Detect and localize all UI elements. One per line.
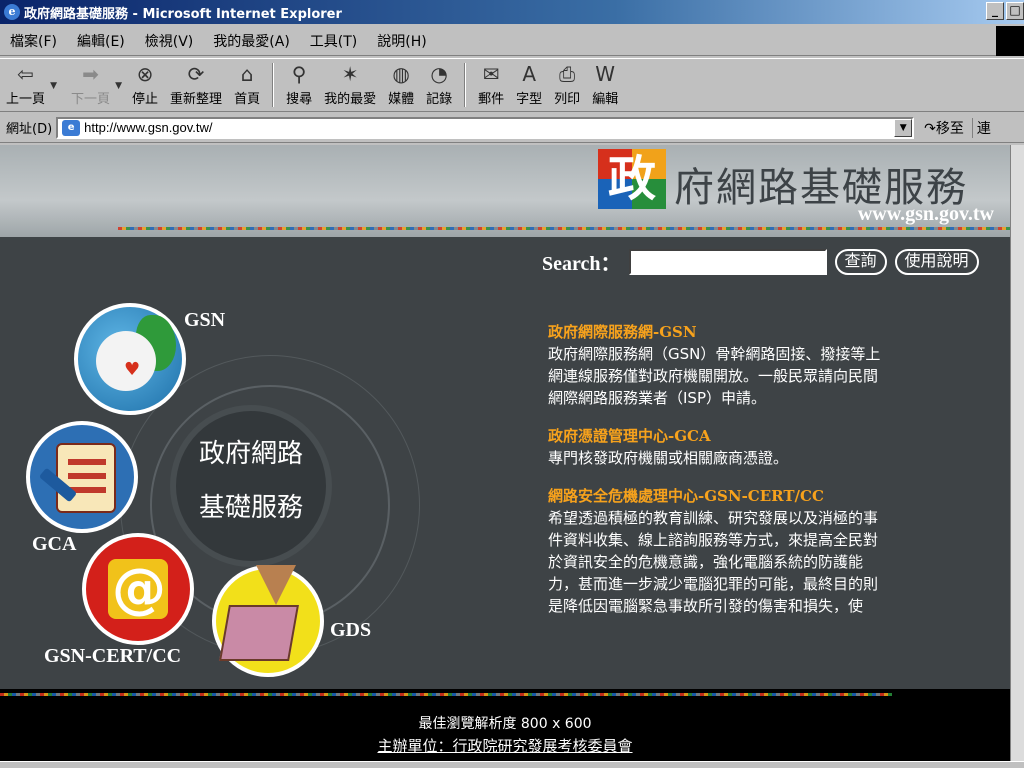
gsn-globe-icon[interactable]: ♥ (74, 303, 186, 415)
printer-icon: ⎙ (559, 62, 576, 86)
section-body: 專門核發政府機關或相關廠商憑證。 (548, 449, 789, 467)
mail-icon: ✉ (482, 62, 500, 86)
ie-throbber (996, 26, 1024, 56)
edit-button[interactable]: W 編輯 (586, 59, 624, 111)
address-label: 網址(D) (6, 122, 53, 137)
history-button[interactable]: ◔ 記錄 (420, 59, 458, 111)
forward-button[interactable]: ➡ 下一頁 ▼ (65, 59, 122, 111)
mail-button[interactable]: ✉ 郵件 (472, 59, 510, 111)
toolbar-separator (272, 63, 275, 107)
media-button[interactable]: ◍ 媒體 (382, 59, 420, 111)
menu-help[interactable]: 說明(H) (367, 31, 436, 51)
address-dropdown-button[interactable]: ▼ (894, 118, 913, 137)
search-input[interactable] (628, 248, 827, 275)
query-button[interactable]: 查詢 (834, 248, 887, 275)
home-icon: ⌂ (240, 62, 254, 86)
site-url: www.gsn.gov.tw (857, 203, 994, 225)
stop-button[interactable]: ⊗ 停止 (126, 59, 164, 111)
gsn-label[interactable]: GSN (184, 309, 225, 332)
page-icon: e (62, 119, 81, 136)
section-title[interactable]: 網路安全危機處理中心-GSN-CERT/CC (548, 485, 884, 507)
menu-view[interactable]: 檢視(V) (135, 31, 204, 51)
menu-favorites[interactable]: 我的最愛(A) (203, 31, 300, 51)
font-icon: A (522, 62, 536, 86)
menu-edit[interactable]: 編輯(E) (67, 31, 135, 51)
section-title[interactable]: 政府憑證管理中心-GCA (548, 425, 884, 447)
service-descriptions: 政府網際服務網-GSN 政府網際服務網（GSN）骨幹網路固接、撥接等上網連線服務… (548, 321, 884, 633)
window-title-bar: e 政府網路基礎服務 - Microsoft Internet Explorer… (0, 0, 1024, 24)
back-arrow-icon: ⇦ (17, 62, 34, 86)
services-graphic: 政府網路 基礎服務 ♥ @ GSN GCA GSN-CERT/CC GDS (0, 295, 520, 695)
cert-label[interactable]: GSN-CERT/CC (44, 645, 181, 668)
site-footer: 最佳瀏覽解析度 800 x 600 主辦單位：行政院研究發展考核委員會 (0, 689, 1010, 761)
help-button[interactable]: 使用說明 (894, 248, 979, 275)
center-title: 政府網路 基礎服務 (198, 439, 303, 523)
site-header: 政 府網路基礎服務 www.gsn.gov.tw (0, 145, 1010, 237)
logo-char: 政 (607, 151, 656, 207)
search-label: Search： (542, 253, 621, 275)
menu-bar: 檔案(F) 編輯(E) 檢視(V) 我的最愛(A) 工具(T) 說明(H) (0, 26, 1024, 56)
address-url[interactable]: http://www.gsn.gov.tw/ (84, 120, 212, 135)
section-gsn: 政府網際服務網-GSN 政府網際服務網（GSN）骨幹網路固接、撥接等上網連線服務… (548, 321, 884, 409)
section-gca: 政府憑證管理中心-GCA 專門核發政府機關或相關廠商憑證。 (548, 425, 884, 469)
search-form: Search： 查詢 使用說明 (542, 247, 979, 276)
menu-file[interactable]: 檔案(F) (0, 31, 67, 51)
gca-label[interactable]: GCA (32, 533, 76, 556)
go-button[interactable]: ↷移至 (924, 118, 964, 138)
maximize-button[interactable]: □ (1006, 2, 1024, 20)
resolution-note: 最佳瀏覽解析度 800 x 600 (418, 716, 592, 732)
minimize-button[interactable]: _ (986, 2, 1004, 20)
section-title[interactable]: 政府網際服務網-GSN (548, 321, 884, 343)
font-button[interactable]: A 字型 (510, 59, 548, 111)
gca-certificate-icon[interactable] (26, 421, 138, 533)
refresh-icon: ⟳ (187, 62, 205, 86)
gds-download-icon[interactable] (212, 565, 324, 677)
status-bar (0, 761, 1024, 768)
favorites-icon: ✶ (341, 62, 359, 86)
web-page: 政 府網路基礎服務 www.gsn.gov.tw Search： 查詢 使用說明… (0, 145, 1010, 761)
favorites-button[interactable]: ✶ 我的最愛 (318, 59, 382, 111)
forward-arrow-icon: ➡ (82, 62, 99, 86)
decorative-divider (118, 227, 1010, 230)
ie-icon: e (4, 4, 20, 20)
address-bar: 網址(D) e http://www.gsn.gov.tw/ ▼ ↷移至 連 (0, 113, 1024, 143)
address-input[interactable]: e http://www.gsn.gov.tw/ ▼ (56, 116, 915, 139)
organizer-link[interactable]: 主辦單位：行政院研究發展考核委員會 (0, 735, 1010, 756)
vertical-scrollbar[interactable] (1010, 145, 1024, 761)
toolbar-separator (464, 63, 467, 107)
section-cert: 網路安全危機處理中心-GSN-CERT/CC 希望透過積極的教育訓練、研究發展以… (548, 485, 884, 617)
back-button[interactable]: ⇦ 上一頁 ▼ (0, 59, 57, 111)
menu-tools[interactable]: 工具(T) (300, 31, 367, 51)
decorative-divider (0, 693, 892, 696)
gds-label[interactable]: GDS (330, 619, 371, 642)
media-icon: ◍ (392, 62, 410, 86)
cert-at-icon[interactable]: @ (82, 533, 194, 645)
chevron-down-icon[interactable]: ▼ (50, 81, 57, 91)
stop-icon: ⊗ (136, 62, 154, 86)
site-logo: 政 (598, 149, 666, 209)
history-icon: ◔ (430, 62, 448, 86)
refresh-button[interactable]: ⟳ 重新整理 (164, 59, 228, 111)
home-button[interactable]: ⌂ 首頁 (228, 59, 266, 111)
toolbar: ⇦ 上一頁 ▼ ➡ 下一頁 ▼ ⊗ 停止 ⟳ 重新整理 ⌂ 首頁 ⚲ 搜尋 ✶ … (0, 58, 1024, 112)
search-icon: ⚲ (291, 62, 307, 86)
window-title: 政府網路基礎服務 - Microsoft Internet Explorer (24, 6, 342, 22)
section-body: 政府網際服務網（GSN）骨幹網路固接、撥接等上網連線服務僅對政府機關開放。一般民… (548, 345, 881, 407)
search-button[interactable]: ⚲ 搜尋 (280, 59, 318, 111)
print-button[interactable]: ⎙ 列印 (548, 59, 586, 111)
section-body: 希望透過積極的教育訓練、研究發展以及消極的事件資料收集、線上諮詢服務等方式，來提… (548, 509, 879, 615)
chevron-down-icon[interactable]: ▼ (115, 81, 122, 91)
word-icon: W (595, 62, 616, 86)
links-button[interactable]: 連 (971, 117, 991, 138)
